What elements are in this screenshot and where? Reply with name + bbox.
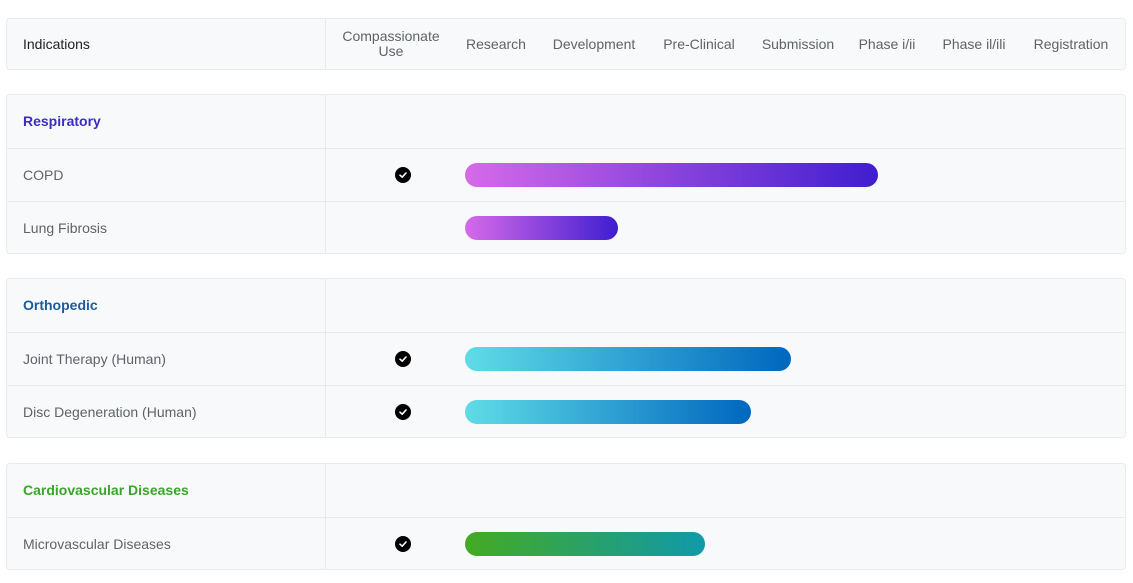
col-development: Development	[552, 35, 636, 52]
indications-header: Indications	[23, 36, 90, 52]
pipeline-header: Indications Compassionate Use Research D…	[6, 18, 1126, 70]
check-icon	[395, 167, 411, 183]
col-research: Research	[466, 35, 526, 52]
progress-bar	[465, 347, 792, 371]
col-compassionate-use: Compassionate Use	[342, 28, 440, 59]
progress-bar	[465, 216, 618, 240]
category-row: Cardiovascular Diseases	[7, 464, 1125, 517]
header-divider	[325, 19, 326, 69]
group-cardiovascular: Cardiovascular Diseases Microvascular Di…	[6, 463, 1126, 570]
check-icon	[395, 404, 411, 420]
indication-name: Joint Therapy (Human)	[23, 351, 166, 367]
progress-bar	[465, 163, 879, 187]
table-row[interactable]: Disc Degeneration (Human)	[7, 385, 1125, 438]
col-submission: Submission	[761, 35, 835, 52]
category-title: Cardiovascular Diseases	[23, 482, 189, 498]
indication-name: Lung Fibrosis	[23, 220, 108, 236]
indication-name: Disc Degeneration (Human)	[23, 404, 197, 420]
table-row[interactable]: COPD	[7, 148, 1125, 201]
check-icon	[395, 351, 411, 367]
progress-bar	[465, 400, 751, 424]
check-icon	[395, 536, 411, 552]
progress-bar	[465, 532, 706, 556]
table-row[interactable]: Joint Therapy (Human)	[7, 332, 1125, 385]
col-phase-ii-iii: Phase il/ili	[942, 35, 1006, 52]
category-row: Respiratory	[7, 95, 1125, 148]
col-registration: Registration	[1033, 35, 1109, 52]
table-row[interactable]: Lung Fibrosis	[7, 201, 1125, 254]
category-title: Orthopedic	[23, 297, 98, 313]
indication-name: COPD	[23, 167, 64, 183]
category-title: Respiratory	[23, 113, 101, 129]
col-phase-i-ii: Phase i/ii	[858, 35, 916, 52]
col-pre-clinical: Pre-Clinical	[663, 35, 735, 52]
indication-name: Microvascular Diseases	[23, 536, 171, 552]
category-row: Orthopedic	[7, 279, 1125, 332]
group-orthopedic: Orthopedic Joint Therapy (Human) Disc De…	[6, 278, 1126, 438]
group-respiratory: Respiratory COPD Lung Fibrosis	[6, 94, 1126, 254]
table-row[interactable]: Microvascular Diseases	[7, 517, 1125, 570]
